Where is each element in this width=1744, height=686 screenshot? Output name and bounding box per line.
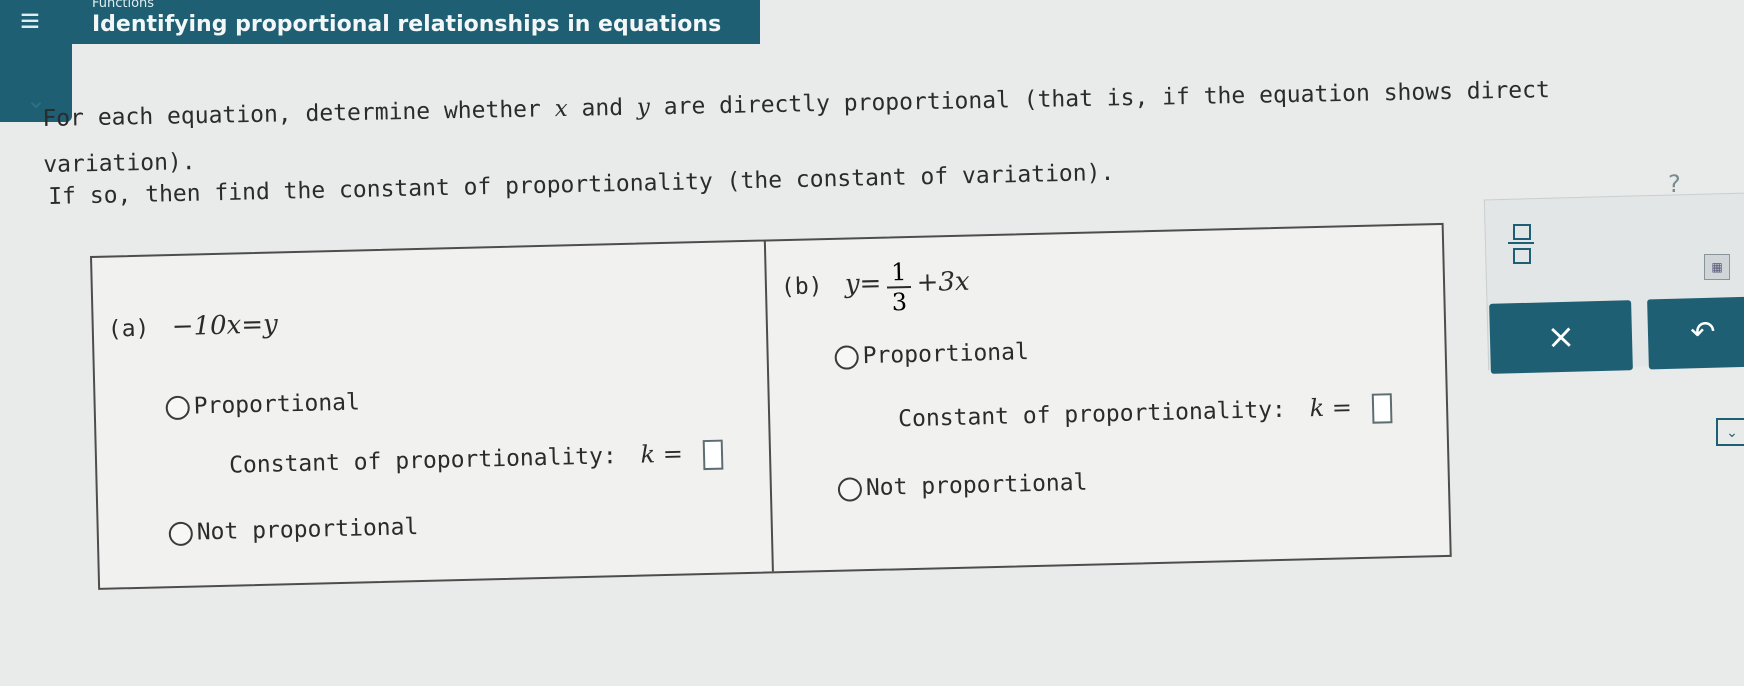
part-b-not-proportional-label: Not proportional (865, 469, 1088, 502)
radio-icon[interactable] (837, 476, 863, 502)
fraction-template-icon[interactable] (1502, 218, 1542, 270)
part-b-constant-row: Constant of proportionality: k = (897, 392, 1393, 435)
part-a-not-proportional-label: Not proportional (196, 514, 419, 546)
var-y: y (636, 94, 651, 121)
part-a-proportional-option[interactable]: Proportional (165, 389, 360, 420)
part-a-k-input[interactable] (702, 439, 724, 470)
part-b-proportional-label: Proportional (862, 339, 1030, 370)
prompt-text-2: are directly proportional (that is, if t… (649, 77, 1551, 121)
part-b-eq-right: +3x (916, 266, 971, 299)
part-b-proportional-option[interactable]: Proportional (834, 339, 1029, 370)
fraction-bottom-box (1513, 248, 1531, 264)
part-a-proportional-label: Proportional (193, 389, 361, 420)
page-title: Identifying proportional relationships i… (92, 12, 722, 37)
radio-icon[interactable] (168, 521, 194, 546)
clear-button[interactable]: × (1489, 300, 1633, 374)
prompt-text-3: variation). (43, 149, 196, 178)
fraction-top-box (1513, 224, 1531, 240)
radio-icon[interactable] (165, 395, 191, 420)
part-a-k-label: k = (640, 439, 684, 469)
part-a-equation: −10x=y (171, 309, 279, 343)
side-panel-tab-icon[interactable]: ⌄ (1716, 418, 1744, 446)
part-b-fraction: 13 (886, 257, 912, 317)
help-icon[interactable]: ? (1668, 170, 1694, 198)
radio-icon[interactable] (834, 344, 859, 370)
part-b-eq-left: y= (844, 268, 882, 300)
prompt-and: and (567, 94, 638, 122)
fraction-numerator: 1 (886, 257, 911, 289)
part-b-not-proportional-option[interactable]: Not proportional (837, 469, 1088, 502)
part-a-label: (a) (107, 315, 150, 343)
part-a-equation-row: (a) −10x=y (107, 309, 278, 343)
fraction-denominator: 3 (891, 288, 908, 317)
part-b-constant-label: Constant of proportionality: (897, 396, 1287, 433)
undo-button[interactable]: ↶ (1647, 296, 1744, 370)
keypad-icon[interactable]: ▦ (1704, 254, 1730, 280)
topic-subject: Functions (92, 0, 155, 11)
part-a-not-proportional-option[interactable]: Not proportional (168, 514, 419, 546)
part-b-cell: (b) y= 1 3 +3x Proportional Constant of pro… (766, 225, 1450, 571)
prompt-text-1: For each equation, determine whether (42, 96, 555, 132)
hamburger-menu-icon[interactable]: ≡ (12, 4, 48, 40)
part-b-label: (b) (780, 273, 823, 301)
top-bar: ≡ Functions Identifying proportional rel… (0, 0, 760, 44)
fraction-bar (1508, 242, 1534, 244)
part-b-equation-row: (b) y= 1 3 +3x (780, 257, 970, 320)
part-b-k-input[interactable] (1371, 392, 1393, 424)
var-x: x (554, 95, 568, 123)
part-b-k-label: k = (1309, 393, 1353, 423)
part-a-constant-label: Constant of proportionality: (228, 443, 618, 479)
answer-table: (a) −10x=y Proportional Constant of prop… (90, 222, 1452, 590)
part-a-constant-row: Constant of proportionality: k = (228, 439, 724, 482)
part-a-cell: (a) −10x=y Proportional Constant of prop… (92, 242, 772, 588)
